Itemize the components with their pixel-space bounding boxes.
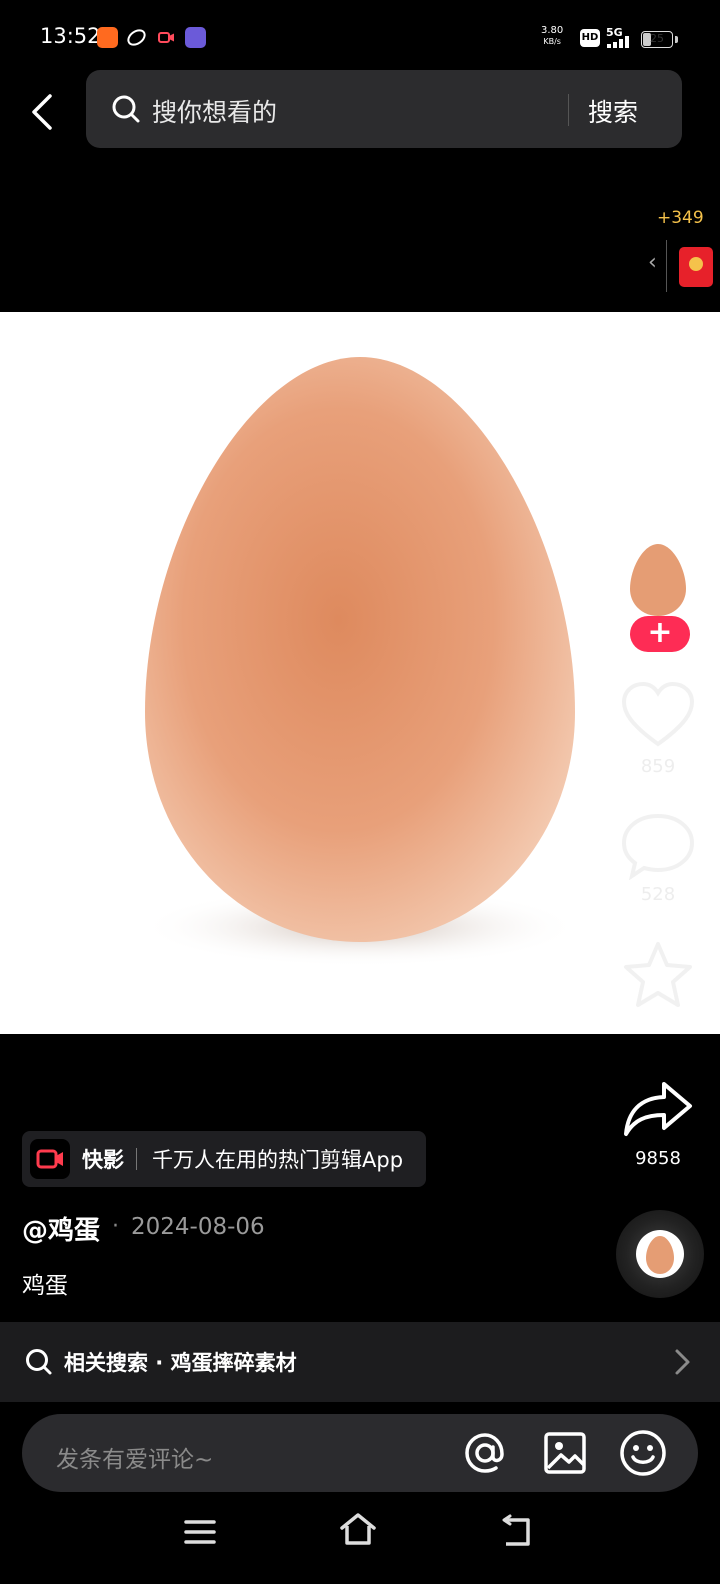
comment-count: 528 — [640, 884, 676, 905]
system-nav-bar — [0, 1500, 720, 1584]
search-input[interactable]: 搜你想看的 — [152, 93, 277, 129]
author-name[interactable]: @鸡蛋 — [22, 1210, 100, 1247]
battery-nub — [675, 36, 678, 43]
chevron-right-icon — [670, 1346, 694, 1378]
back-arrow-icon — [32, 94, 52, 130]
promo-divider — [136, 1148, 137, 1170]
mention-icon[interactable] — [460, 1428, 510, 1478]
home-icon[interactable] — [338, 1510, 378, 1550]
packet-divider — [666, 240, 667, 292]
app-promo-banner[interactable]: 快影 千万人在用的热门剪辑App — [22, 1131, 426, 1187]
star-icon — [624, 942, 692, 1007]
follow-button[interactable]: + — [630, 616, 690, 652]
avatar — [630, 544, 686, 616]
comment-button[interactable]: 528 — [620, 812, 696, 905]
red-packet-icon[interactable] — [679, 247, 713, 287]
network-speed-unit: KB/s — [543, 37, 561, 46]
network-speed-value: 3.80 — [541, 25, 564, 36]
video-notification-icon — [156, 27, 177, 48]
comment-input[interactable]: 发条有爱评论~ — [56, 1440, 213, 1474]
post-caption: 鸡蛋 — [22, 1273, 68, 1299]
search-button[interactable]: 搜索 — [588, 93, 638, 129]
hd-badge: HD — [580, 29, 600, 47]
post-date: 2024-08-06 — [131, 1214, 265, 1240]
search-icon — [110, 93, 142, 125]
comment-bubble-icon — [621, 813, 695, 881]
share-count: 9858 — [635, 1148, 681, 1169]
kuaishou-notification-icon — [97, 27, 118, 48]
back-button[interactable] — [22, 84, 66, 140]
emoji-icon[interactable] — [618, 1428, 668, 1478]
game-notification-icon — [185, 27, 206, 48]
status-bar: 13:52 3.80 KB/s HD 5G 25 — [0, 0, 720, 70]
battery-icon: 25 — [641, 31, 673, 48]
like-count: 859 — [640, 756, 676, 777]
plus-icon: + — [647, 615, 673, 650]
search-divider — [568, 94, 569, 126]
share-button[interactable]: 9858 — [620, 1078, 696, 1169]
heart-icon — [621, 681, 695, 747]
related-search-text[interactable]: 相关搜索 · 鸡蛋摔碎素材 — [64, 1347, 297, 1377]
battery-level: 25 — [650, 32, 664, 45]
search-icon — [24, 1347, 54, 1377]
image-picker-icon[interactable] — [540, 1428, 590, 1478]
disc-cover-image — [646, 1236, 674, 1274]
promo-description: 千万人在用的热门剪辑App — [152, 1148, 404, 1172]
author-avatar[interactable] — [628, 544, 688, 616]
back-nav-icon[interactable] — [498, 1512, 538, 1552]
promo-app-name: 快影 — [82, 1148, 124, 1172]
favorite-button[interactable]: 132 — [620, 940, 696, 1035]
chevron-left-icon[interactable]: ‹ — [648, 250, 657, 275]
menu-icon[interactable] — [180, 1512, 220, 1552]
music-disc[interactable] — [616, 1210, 704, 1298]
kuaiying-app-icon — [30, 1139, 70, 1179]
video-frame[interactable] — [0, 312, 720, 1034]
like-button[interactable]: 859 — [620, 681, 696, 777]
leaf-notification-icon — [126, 27, 147, 48]
clock: 13:52 — [40, 24, 101, 48]
bonus-count: +349 — [657, 208, 704, 228]
favorite-count: 132 — [640, 1014, 676, 1035]
signal-icon — [607, 36, 633, 48]
network-speed: 3.80 KB/s — [541, 25, 563, 47]
egg-image — [140, 357, 580, 967]
meta-separator: · — [112, 1214, 119, 1239]
share-arrow-icon — [624, 1082, 692, 1136]
